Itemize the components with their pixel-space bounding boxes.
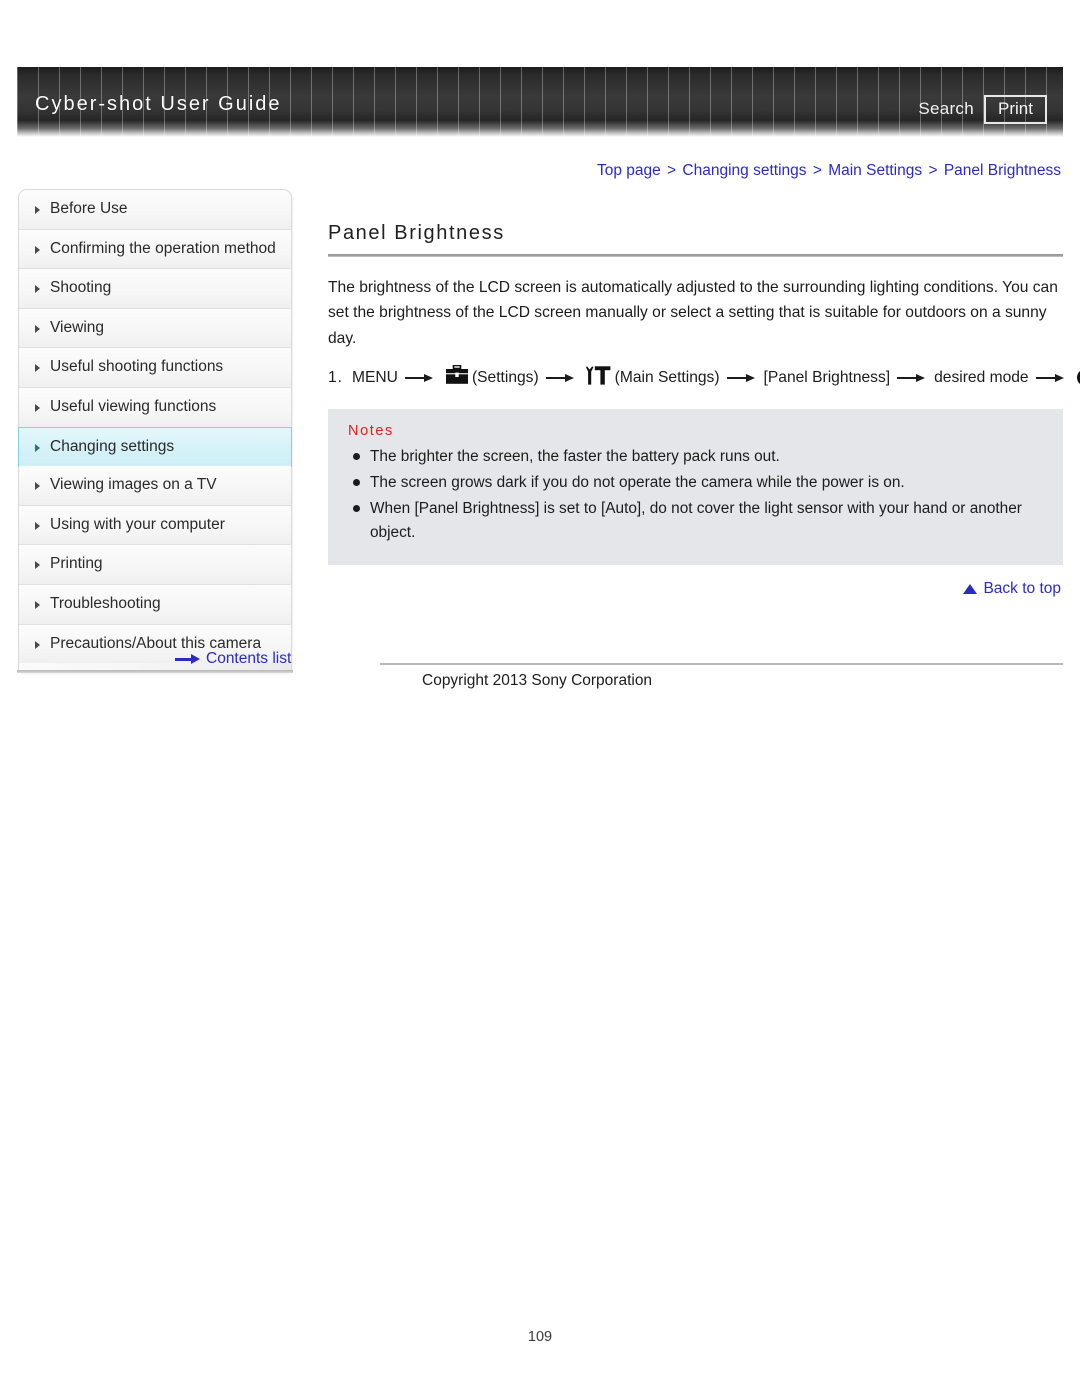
sidebar-navigation: Before Use Confirming the operation meth… <box>18 189 292 674</box>
contents-list-label: Contents list <box>206 650 292 667</box>
page-title: Panel Brightness <box>328 222 505 244</box>
sidebar-item-label: Viewing <box>50 318 105 336</box>
chevron-right-icon <box>35 285 40 294</box>
sidebar-item-label: Before Use <box>50 200 128 217</box>
back-to-top-link[interactable]: Back to top <box>963 580 1061 598</box>
chevron-right-icon <box>35 640 40 649</box>
arrow-right-icon <box>175 654 201 664</box>
triangle-up-icon <box>963 584 978 594</box>
sidebar-item-useful-shooting-functions[interactable]: Useful shooting functions <box>19 348 291 389</box>
sidebar-item-label: Viewing images on a TV <box>50 476 217 494</box>
chevron-right-icon <box>35 443 40 452</box>
footer-divider <box>380 663 1063 665</box>
app-header-bar: Cyber-shot User Guide Search Print <box>17 67 1063 137</box>
note-item: When [Panel Brightness] is set to [Auto]… <box>348 497 1043 545</box>
sidebar-item-changing-settings[interactable]: Changing settings <box>18 426 292 468</box>
note-item: The brighter the screen, the faster the … <box>348 445 1043 469</box>
wrench-hammer-main-settings-icon <box>585 365 612 391</box>
intro-paragraph: The brightness of the LCD screen is auto… <box>328 279 1058 347</box>
contents-list-link[interactable]: Contents list <box>175 650 291 668</box>
sidebar-item-label: Shooting <box>50 279 112 297</box>
breadcrumb-separator: > <box>928 162 938 179</box>
main-content: Panel Brightness The brightness of the L… <box>328 222 1080 565</box>
chevron-right-icon <box>35 482 40 491</box>
arrow-right-icon <box>726 373 757 383</box>
notes-box: Notes The brighter the screen, the faste… <box>328 408 1063 565</box>
breadcrumb-item-top-page[interactable]: Top page <box>597 162 661 179</box>
step-settings-label: (Settings) <box>471 368 539 386</box>
sidebar-item-viewing[interactable]: Viewing <box>19 308 291 349</box>
breadcrumb-item-changing-settings[interactable]: Changing settings <box>682 162 806 179</box>
step-menu-label: MENU <box>352 368 398 386</box>
sidebar-item-using-with-your-computer[interactable]: Using with your computer <box>19 505 291 546</box>
step-desired-mode-label: desired mode <box>934 368 1029 386</box>
sidebar-item-label: Printing <box>50 555 103 573</box>
sidebar-item-viewing-images-on-a-tv[interactable]: Viewing images on a TV <box>19 466 291 506</box>
step-panel-brightness-label: [Panel Brightness] <box>763 368 891 386</box>
sidebar-item-before-use[interactable]: Before Use <box>19 190 291 230</box>
arrow-right-icon <box>545 373 576 383</box>
app-title: Cyber-shot User Guide <box>35 93 282 115</box>
step-main-settings-label: (Main Settings) <box>614 368 720 386</box>
print-button[interactable]: Print <box>984 95 1047 124</box>
sidebar-item-label: Changing settings <box>50 437 175 455</box>
breadcrumb-item-panel-brightness[interactable]: Panel Brightness <box>944 162 1061 179</box>
notes-list: The brighter the screen, the faster the … <box>348 445 1043 545</box>
breadcrumb-separator: > <box>812 162 822 179</box>
back-to-top-label: Back to top <box>983 580 1061 597</box>
sidebar-item-label: Useful shooting functions <box>50 358 224 376</box>
filled-circle-icon <box>1076 369 1080 387</box>
sidebar-bottom-divider <box>17 670 293 673</box>
note-item: The screen grows dark if you do not oper… <box>348 471 1043 495</box>
chevron-right-icon <box>35 404 40 413</box>
sidebar-item-troubleshooting[interactable]: Troubleshooting <box>19 585 291 625</box>
sidebar-item-label: Confirming the operation method <box>50 239 276 257</box>
chevron-right-icon <box>35 364 40 373</box>
arrow-right-icon <box>404 373 435 383</box>
breadcrumb-separator: > <box>667 162 677 179</box>
sidebar-item-confirming-the-operation-method[interactable]: Confirming the operation method <box>19 229 291 270</box>
breadcrumb-item-main-settings[interactable]: Main Settings <box>828 162 922 179</box>
step-number: 1. <box>328 368 344 386</box>
chevron-right-icon <box>35 245 40 254</box>
sidebar-item-label: Using with your computer <box>50 515 225 533</box>
chevron-right-icon <box>35 561 40 570</box>
toolbox-settings-icon <box>445 364 469 390</box>
chevron-right-icon <box>35 601 40 610</box>
sidebar-item-label: Useful viewing functions <box>50 398 217 416</box>
copyright-text: Copyright 2013 Sony Corporation <box>422 672 653 689</box>
arrow-right-icon <box>1035 373 1066 383</box>
sidebar-item-useful-viewing-functions[interactable]: Useful viewing functions <box>19 388 291 428</box>
chevron-right-icon <box>35 521 40 530</box>
search-button[interactable]: Search <box>918 99 974 119</box>
breadcrumb: Top page > Changing settings > Main Sett… <box>597 162 1061 180</box>
chevron-right-icon <box>35 324 40 333</box>
sidebar-item-printing[interactable]: Printing <box>19 545 291 586</box>
chevron-right-icon <box>35 206 40 214</box>
page-number: 109 <box>527 1329 553 1345</box>
sidebar-item-label: Troubleshooting <box>50 595 161 613</box>
notes-title: Notes <box>348 422 394 439</box>
sidebar-item-shooting[interactable]: Shooting <box>19 269 291 309</box>
procedure-step-1: 1. MENU (Settings) (Main Settings) [Pane… <box>328 364 1080 391</box>
title-divider <box>328 254 1063 257</box>
arrow-right-icon <box>897 373 927 383</box>
